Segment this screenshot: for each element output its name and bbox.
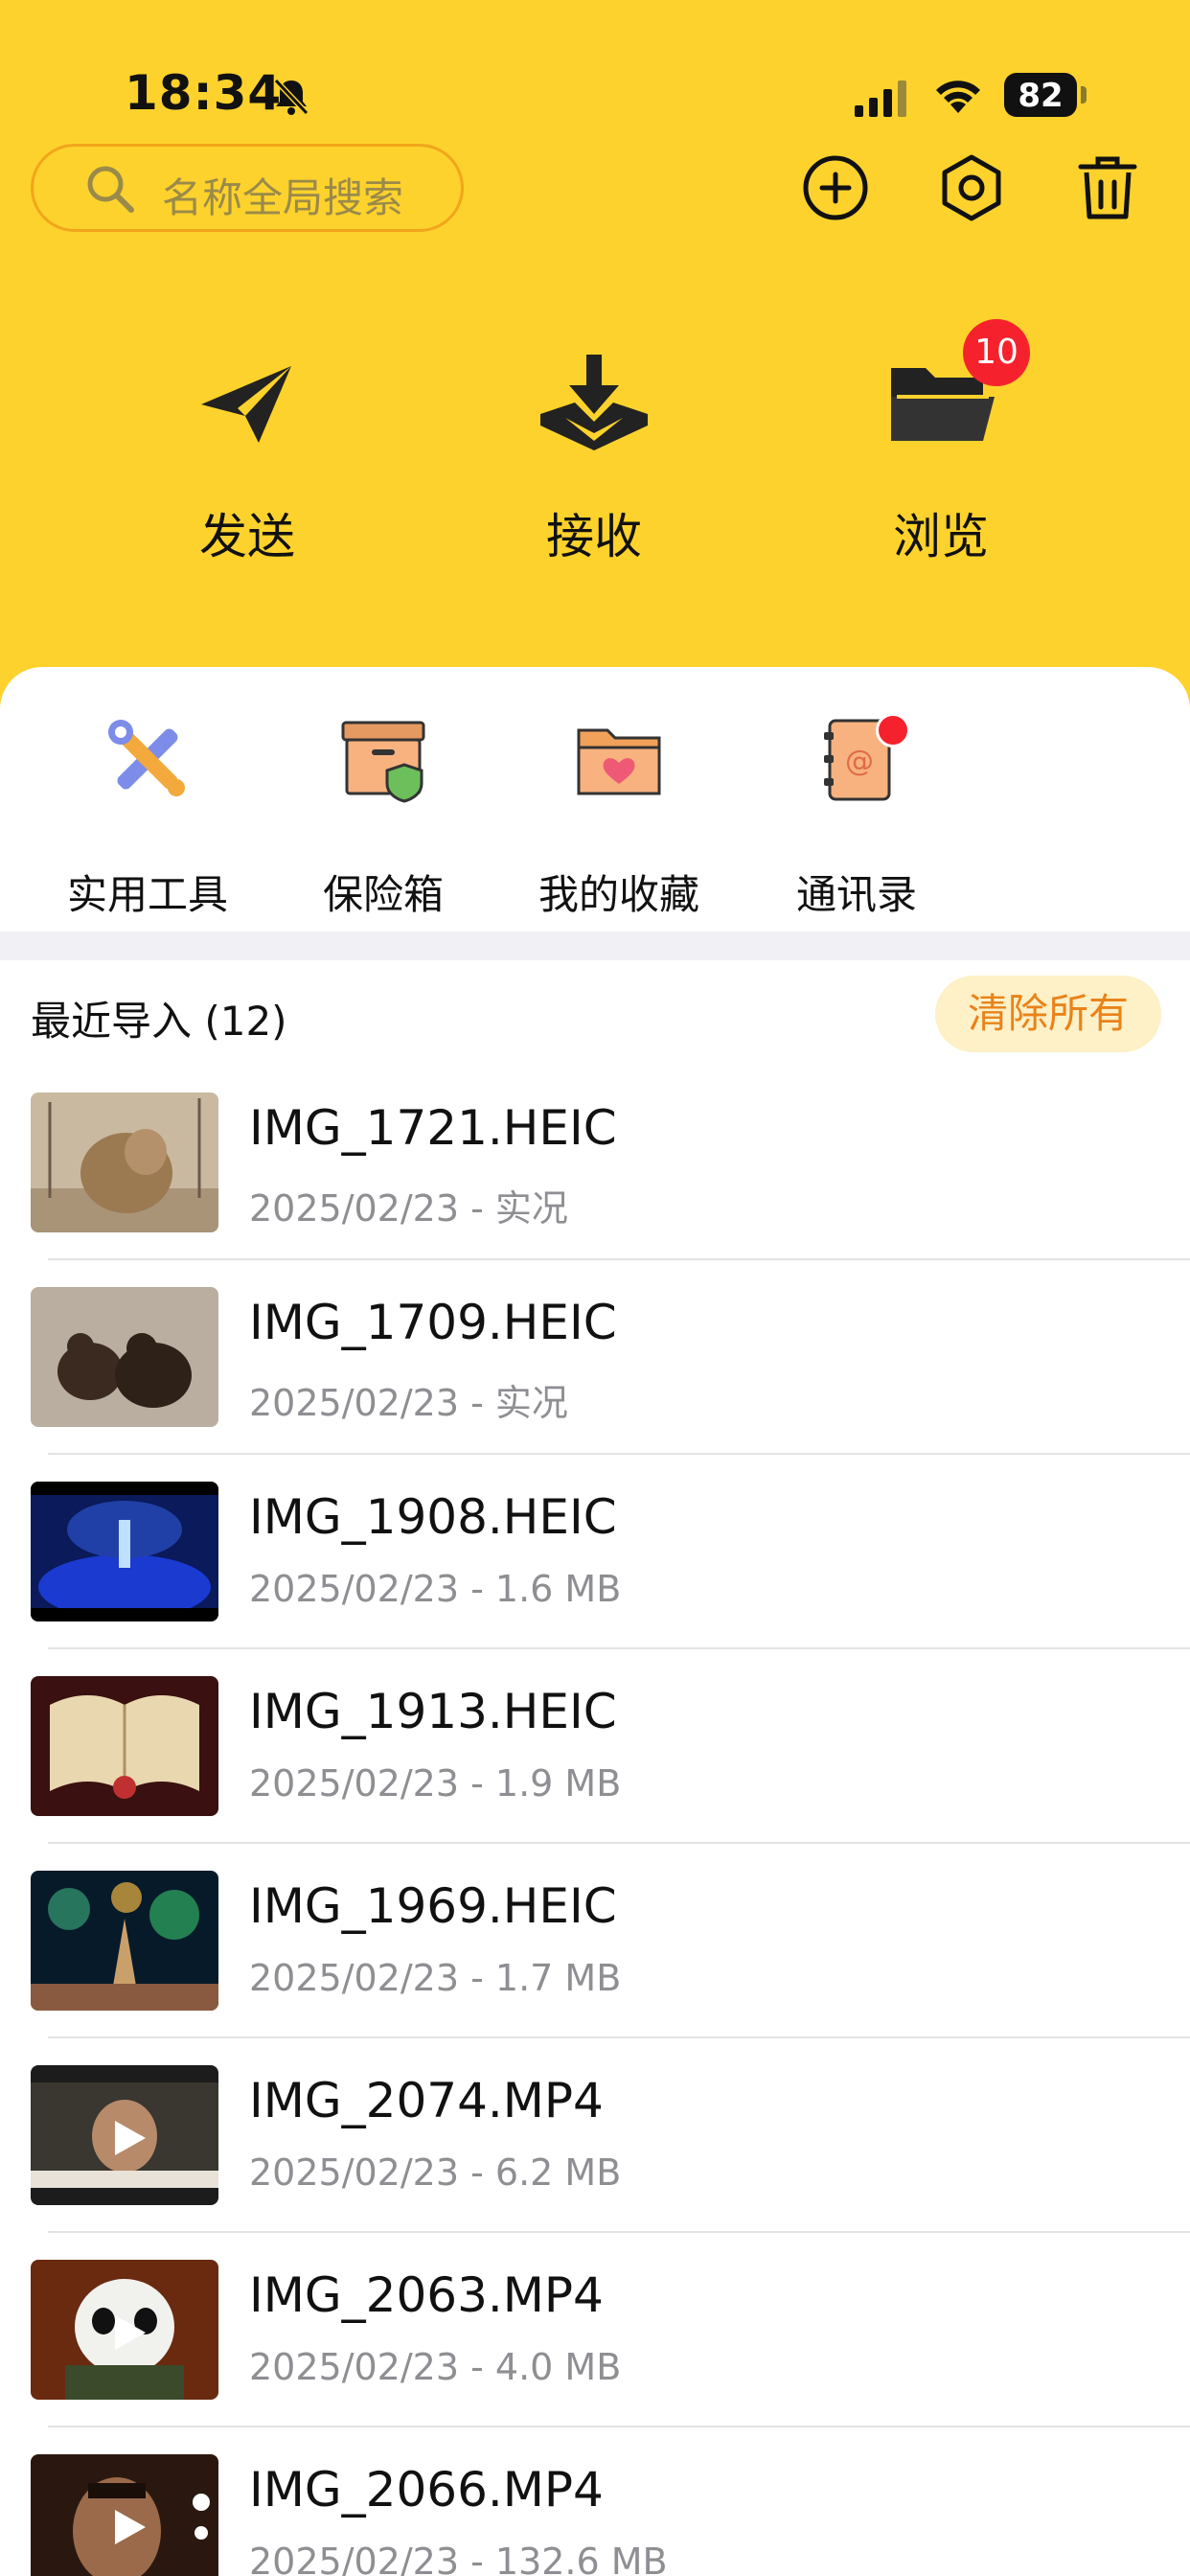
tools-card: 实用工具 保险箱 我的收藏 @ 通讯录: [0, 667, 1190, 932]
safe-box-label: 保险箱: [322, 871, 444, 918]
file-meta: 2025/02/23 - 4.0 MB: [249, 2346, 622, 2388]
play-icon: [115, 2510, 146, 2544]
file-name: IMG_1709.HEIC: [249, 1295, 617, 1350]
play-icon: [115, 2121, 146, 2155]
signal-icon: [855, 80, 906, 117]
file-name: IMG_2074.MP4: [249, 2073, 604, 2128]
file-name: IMG_2066.MP4: [249, 2462, 604, 2518]
file-meta: 2025/02/23 - 1.6 MB: [249, 1568, 622, 1610]
search-input[interactable]: 名称全局搜索: [31, 144, 464, 232]
send-icon: [201, 366, 291, 443]
list-item[interactable]: IMG_1709.HEIC 2025/02/23 - 实况: [0, 1260, 1190, 1455]
header-panel: 18:34 82 名称全局搜索 发送 接收 浏览 10: [0, 0, 1190, 709]
send-label: 发送: [199, 509, 295, 564]
file-name: IMG_1913.HEIC: [249, 1684, 617, 1739]
contacts-label: 通讯录: [795, 871, 917, 918]
list-item[interactable]: IMG_1969.HEIC 2025/02/23 - 1.7 MB: [0, 1844, 1190, 2038]
search-icon: [87, 166, 134, 213]
thumbnail: [31, 1092, 218, 1232]
file-name: IMG_1908.HEIC: [249, 1489, 617, 1545]
list-item[interactable]: IMG_1908.HEIC 2025/02/23 - 1.6 MB: [0, 1455, 1190, 1649]
tools-label: 实用工具: [66, 871, 228, 918]
file-name: IMG_1969.HEIC: [249, 1878, 617, 1934]
browse-badge: 10: [963, 319, 1030, 386]
settings-icon[interactable]: [935, 151, 1008, 224]
trash-icon[interactable]: [1071, 151, 1144, 224]
receive-icon: [540, 355, 648, 450]
search-placeholder: 名称全局搜索: [162, 174, 404, 221]
file-meta: 2025/02/23 - 1.9 MB: [249, 1762, 622, 1805]
thumbnail: [31, 1871, 218, 2011]
clear-all-button[interactable]: 清除所有: [935, 976, 1161, 1052]
section-divider: [0, 932, 1190, 960]
add-icon[interactable]: [799, 151, 872, 224]
thumbnail: [31, 1482, 218, 1622]
status-time: 18:34: [125, 65, 283, 121]
file-meta: 2025/02/23 - 132.6 MB: [249, 2541, 668, 2576]
thumbnail: [31, 1676, 218, 1816]
thumbnail: [31, 1287, 218, 1427]
file-name: IMG_1721.HEIC: [249, 1100, 617, 1156]
receive-label: 接收: [546, 509, 642, 564]
status-bar: 18:34 82: [0, 58, 1190, 134]
favorites-button[interactable]: 我的收藏: [514, 702, 724, 918]
file-meta: 2025/02/23 - 实况: [249, 1382, 568, 1424]
safe-box-button[interactable]: 保险箱: [278, 702, 489, 918]
list-item[interactable]: IMG_1721.HEIC 2025/02/23 - 实况: [0, 1066, 1190, 1260]
file-meta: 2025/02/23 - 实况: [249, 1187, 568, 1230]
recent-header: 最近导入 (12) 清除所有: [0, 960, 1190, 1066]
favorites-label: 我的收藏: [538, 871, 699, 918]
file-meta: 2025/02/23 - 1.7 MB: [249, 1957, 622, 1999]
list-item[interactable]: IMG_2063.MP4 2025/02/23 - 4.0 MB: [0, 2233, 1190, 2427]
favorites-folder-icon: [577, 728, 661, 795]
bell-slash-icon: [273, 78, 309, 116]
thumbnail: [31, 2065, 218, 2205]
play-icon: [115, 2315, 146, 2350]
safe-box-icon: [341, 721, 425, 803]
recent-title: 最近导入 (12): [31, 998, 287, 1045]
browse-label: 浏览: [893, 509, 989, 564]
thumbnail: [31, 2454, 218, 2576]
send-button[interactable]: 发送: [142, 345, 353, 575]
battery-level: 82: [1018, 77, 1064, 115]
file-meta: 2025/02/23 - 6.2 MB: [249, 2151, 622, 2194]
file-name: IMG_2063.MP4: [249, 2267, 604, 2323]
receive-button[interactable]: 接收: [489, 345, 699, 575]
list-item[interactable]: IMG_1913.HEIC 2025/02/23 - 1.9 MB: [0, 1649, 1190, 1844]
list-item[interactable]: IMG_2066.MP4 2025/02/23 - 132.6 MB: [0, 2427, 1190, 2576]
battery-icon: 82: [1004, 73, 1087, 117]
wifi-icon: [936, 80, 980, 113]
contacts-notification-dot: [876, 713, 910, 748]
tools-button[interactable]: 实用工具: [42, 702, 253, 918]
thumbnail: [31, 2260, 218, 2400]
list-item[interactable]: IMG_2074.MP4 2025/02/23 - 6.2 MB: [0, 2038, 1190, 2233]
contacts-button[interactable]: @ 通讯录: [751, 702, 962, 918]
tools-icon: [108, 720, 185, 796]
svg-text:@: @: [845, 745, 874, 778]
